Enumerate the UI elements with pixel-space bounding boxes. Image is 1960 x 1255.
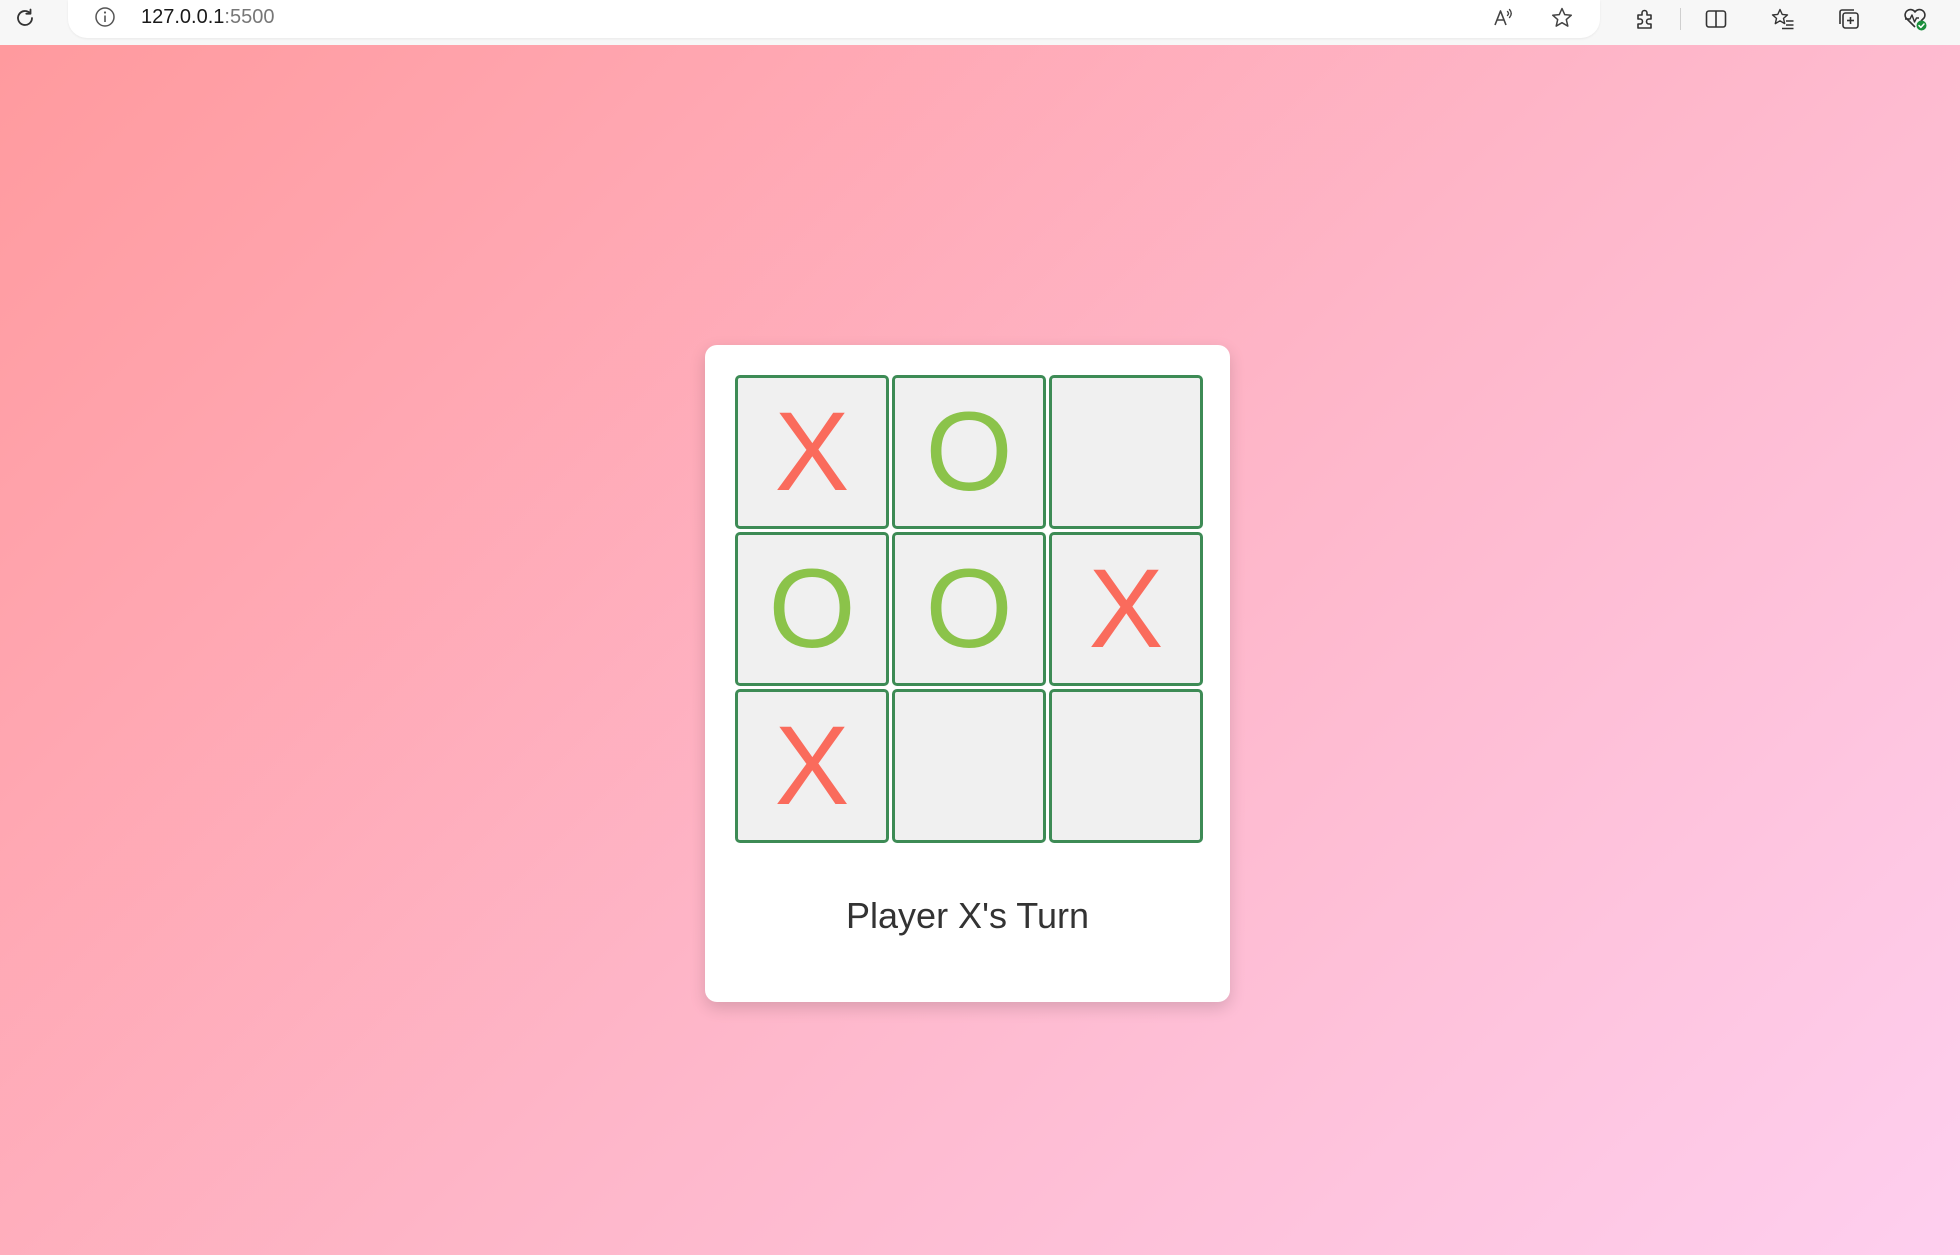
star-icon[interactable] — [1547, 3, 1577, 33]
board-cell[interactable]: O — [892, 375, 1046, 529]
url-port: :5500 — [224, 6, 275, 28]
url-host: 127.0.0.1 — [141, 6, 225, 28]
board-cell[interactable]: X — [735, 375, 889, 529]
heart-pulse-icon[interactable] — [1899, 3, 1931, 35]
turn-status: Player X's Turn — [846, 895, 1089, 936]
toolbar-divider — [1680, 8, 1681, 30]
collections-icon[interactable] — [1833, 3, 1865, 35]
game-card: X O O O X X Player X's Turn — [705, 345, 1230, 1002]
split-screen-icon[interactable] — [1700, 3, 1732, 35]
info-icon[interactable] — [92, 4, 118, 30]
board-cell[interactable] — [892, 689, 1046, 843]
board-cell[interactable]: X — [735, 689, 889, 843]
tic-tac-toe-board: X O O O X X — [735, 375, 1206, 846]
browser-toolbar: 127.0.0.1:5500 — [0, 0, 1960, 45]
reload-icon[interactable] — [10, 3, 40, 33]
board-cell[interactable]: X — [1049, 532, 1203, 686]
read-aloud-icon[interactable] — [1488, 3, 1518, 33]
board-cell[interactable] — [1049, 689, 1203, 843]
board-cell[interactable]: O — [735, 532, 889, 686]
address-bar[interactable]: 127.0.0.1:5500 — [68, 0, 1600, 38]
page-background: X O O O X X Player X's Turn — [0, 45, 1960, 1255]
puzzle-icon[interactable] — [1629, 3, 1661, 35]
board-cell[interactable]: O — [892, 532, 1046, 686]
favorites-list-icon[interactable] — [1767, 3, 1799, 35]
board-cell[interactable] — [1049, 375, 1203, 529]
url-text[interactable]: 127.0.0.1:5500 — [141, 5, 274, 29]
